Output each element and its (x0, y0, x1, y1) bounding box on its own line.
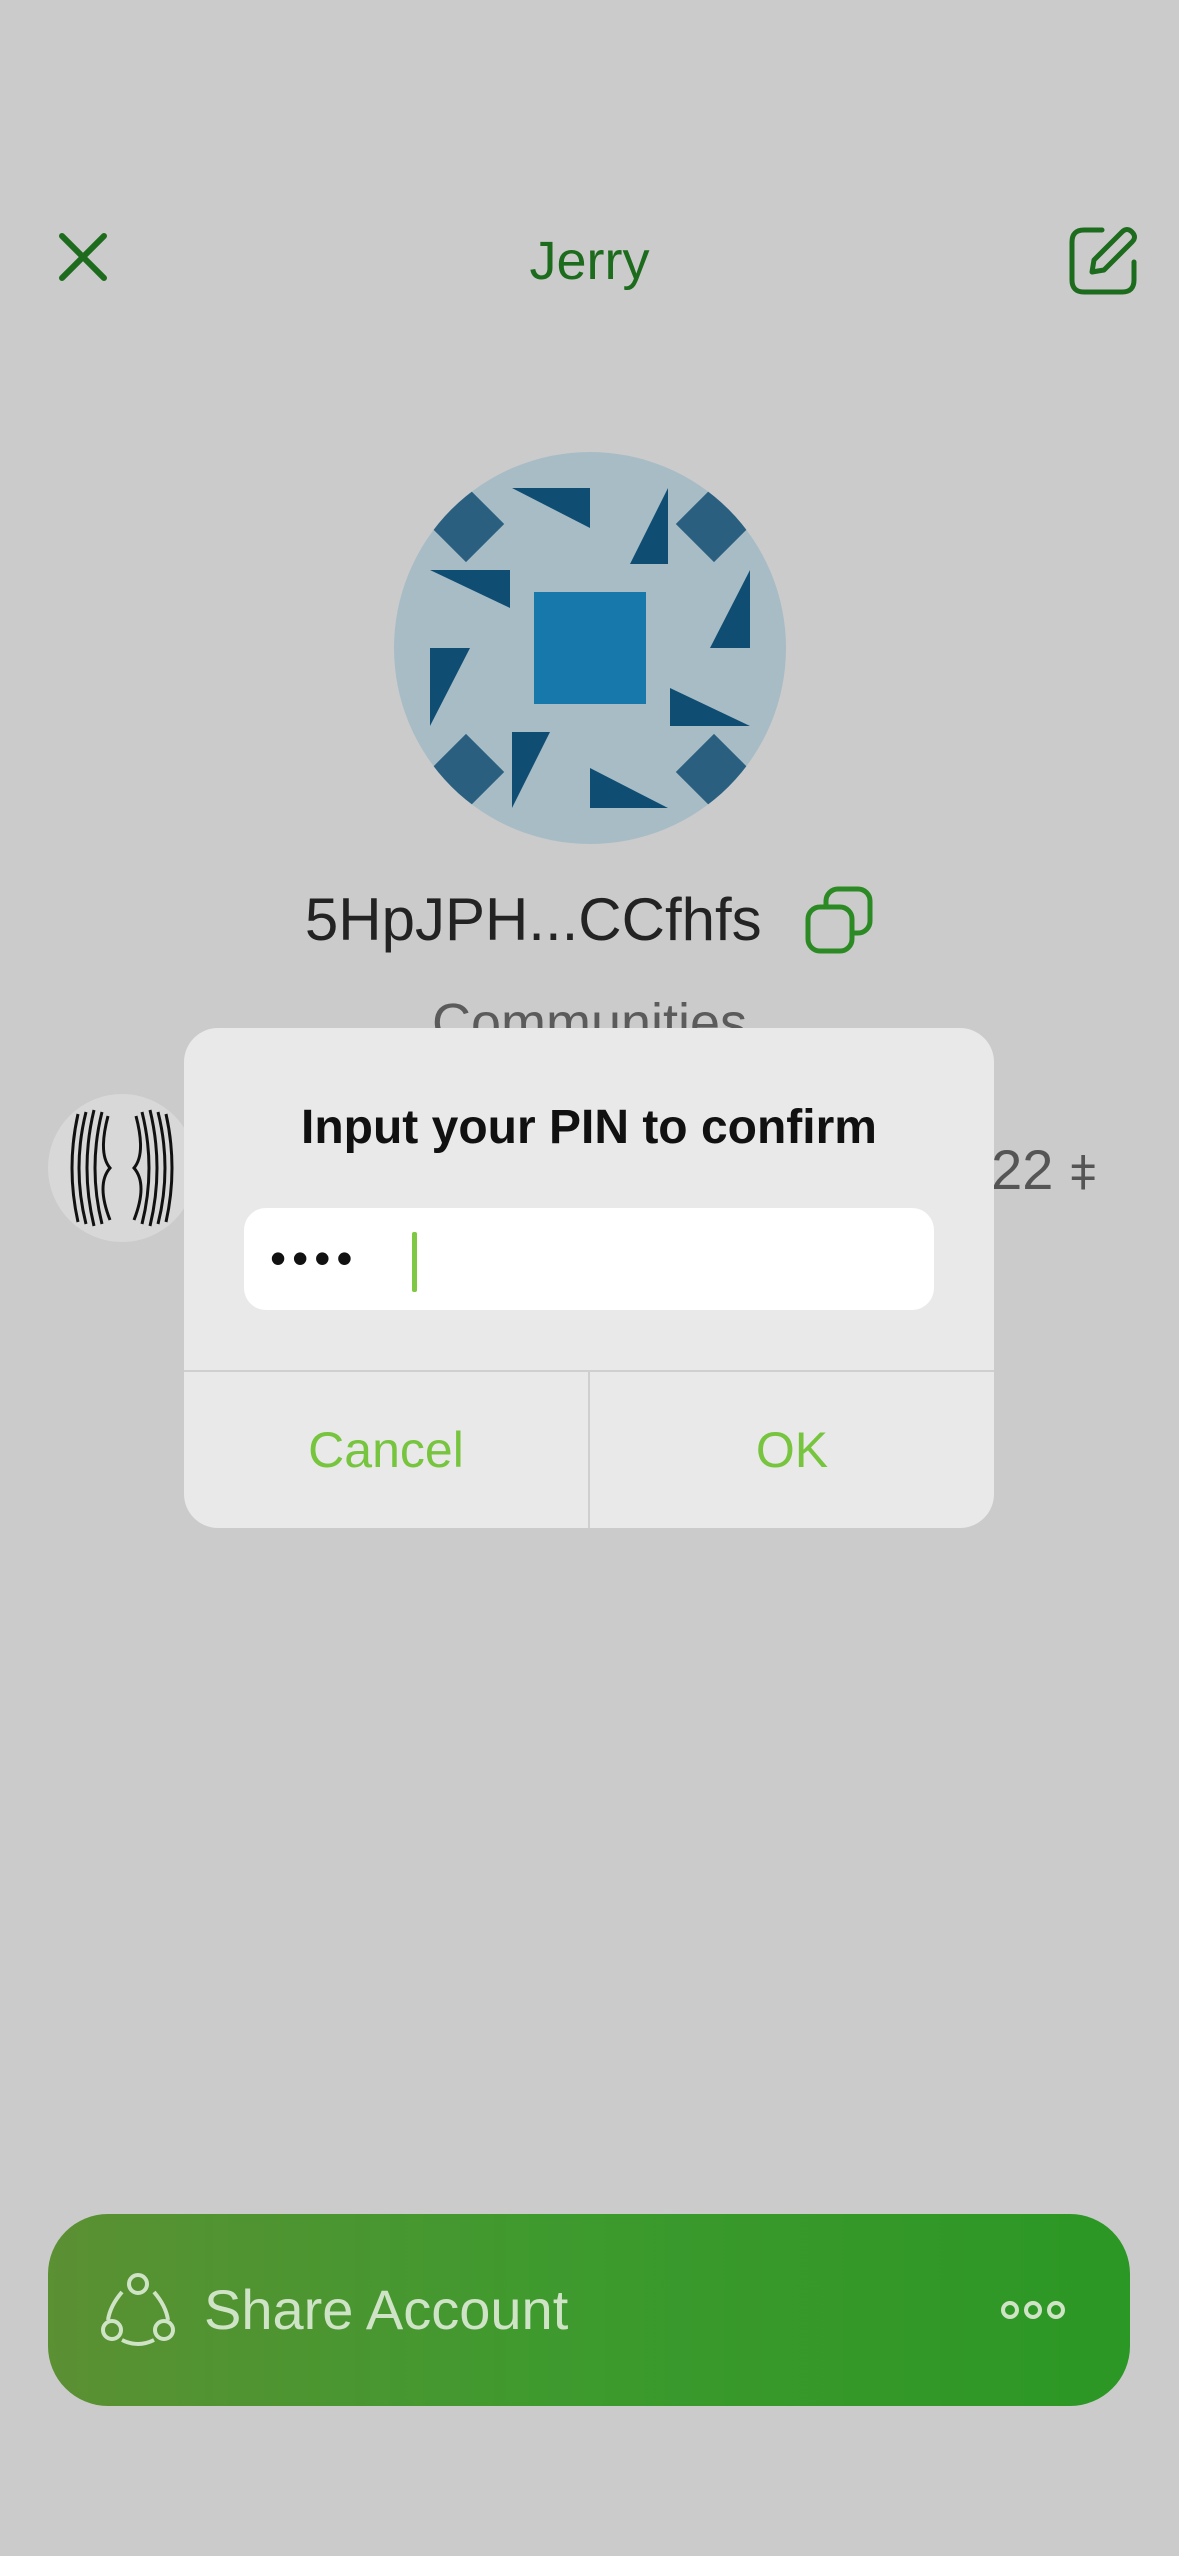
ok-button[interactable]: OK (590, 1372, 994, 1528)
edit-button[interactable] (1066, 222, 1142, 298)
dialog-title: Input your PIN to confirm (301, 1101, 877, 1154)
account-address: 5HpJPH...CCfhfs (304, 886, 762, 953)
pin-input[interactable]: •••• (244, 1208, 934, 1310)
pin-dialog: Input your PIN to confirm •••• Cancel OK (184, 1028, 994, 1528)
text-caret (412, 1232, 417, 1292)
share-account-button[interactable]: Share Account (48, 2214, 1130, 2406)
more-icon[interactable] (1000, 2292, 1066, 2328)
community-avatar[interactable] (48, 1094, 196, 1242)
share-account-label: Share Account (204, 2278, 569, 2341)
cancel-button[interactable]: Cancel (184, 1372, 588, 1528)
address-row: 5HpJPH...CCfhfs (0, 880, 1179, 960)
account-avatar (394, 452, 786, 844)
pin-value: •••• (270, 1232, 359, 1284)
edit-icon (1069, 227, 1137, 295)
page-title: Jerry (529, 231, 650, 291)
copy-icon[interactable] (804, 885, 874, 955)
share-icon (98, 2270, 178, 2350)
